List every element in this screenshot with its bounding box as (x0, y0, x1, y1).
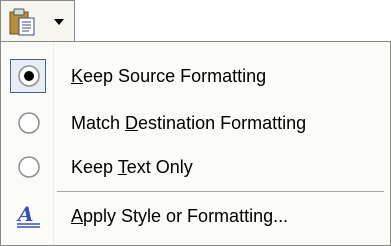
menu-item-label: Keep Source Formatting (71, 66, 267, 86)
radio-empty-icon (18, 112, 40, 134)
accesskey-letter: T (117, 157, 127, 177)
paste-options-button[interactable] (0, 0, 75, 42)
chevron-down-icon[interactable] (53, 18, 65, 26)
paste-options-menu: Keep Source Formatting Match Destination… (0, 41, 391, 246)
menu-item-label: Apply Style or Formatting... (71, 206, 289, 226)
menu-item-match-destination-formatting[interactable]: Match Destination Formatting (1, 101, 390, 145)
accesskey-letter: A (71, 206, 84, 226)
accesskey-letter: D (125, 113, 139, 133)
menu-item-keep-source-formatting[interactable]: Keep Source Formatting (1, 54, 390, 98)
styles-icon: A (16, 202, 40, 228)
menu-item-label: Match Destination Formatting (71, 113, 307, 133)
menu-item-apply-style-or-formatting[interactable]: A Apply Style or Formatting... (1, 194, 390, 238)
menu-item-keep-text-only[interactable]: Keep Text Only (1, 145, 390, 189)
radio-selected-icon (18, 65, 40, 87)
menu-item-label: Keep Text Only (71, 157, 193, 177)
clipboard-paste-icon (9, 8, 35, 36)
menu-separator (57, 191, 384, 192)
radio-empty-icon (18, 156, 40, 178)
accesskey-letter: K (71, 66, 84, 86)
svg-text:A: A (16, 202, 34, 226)
